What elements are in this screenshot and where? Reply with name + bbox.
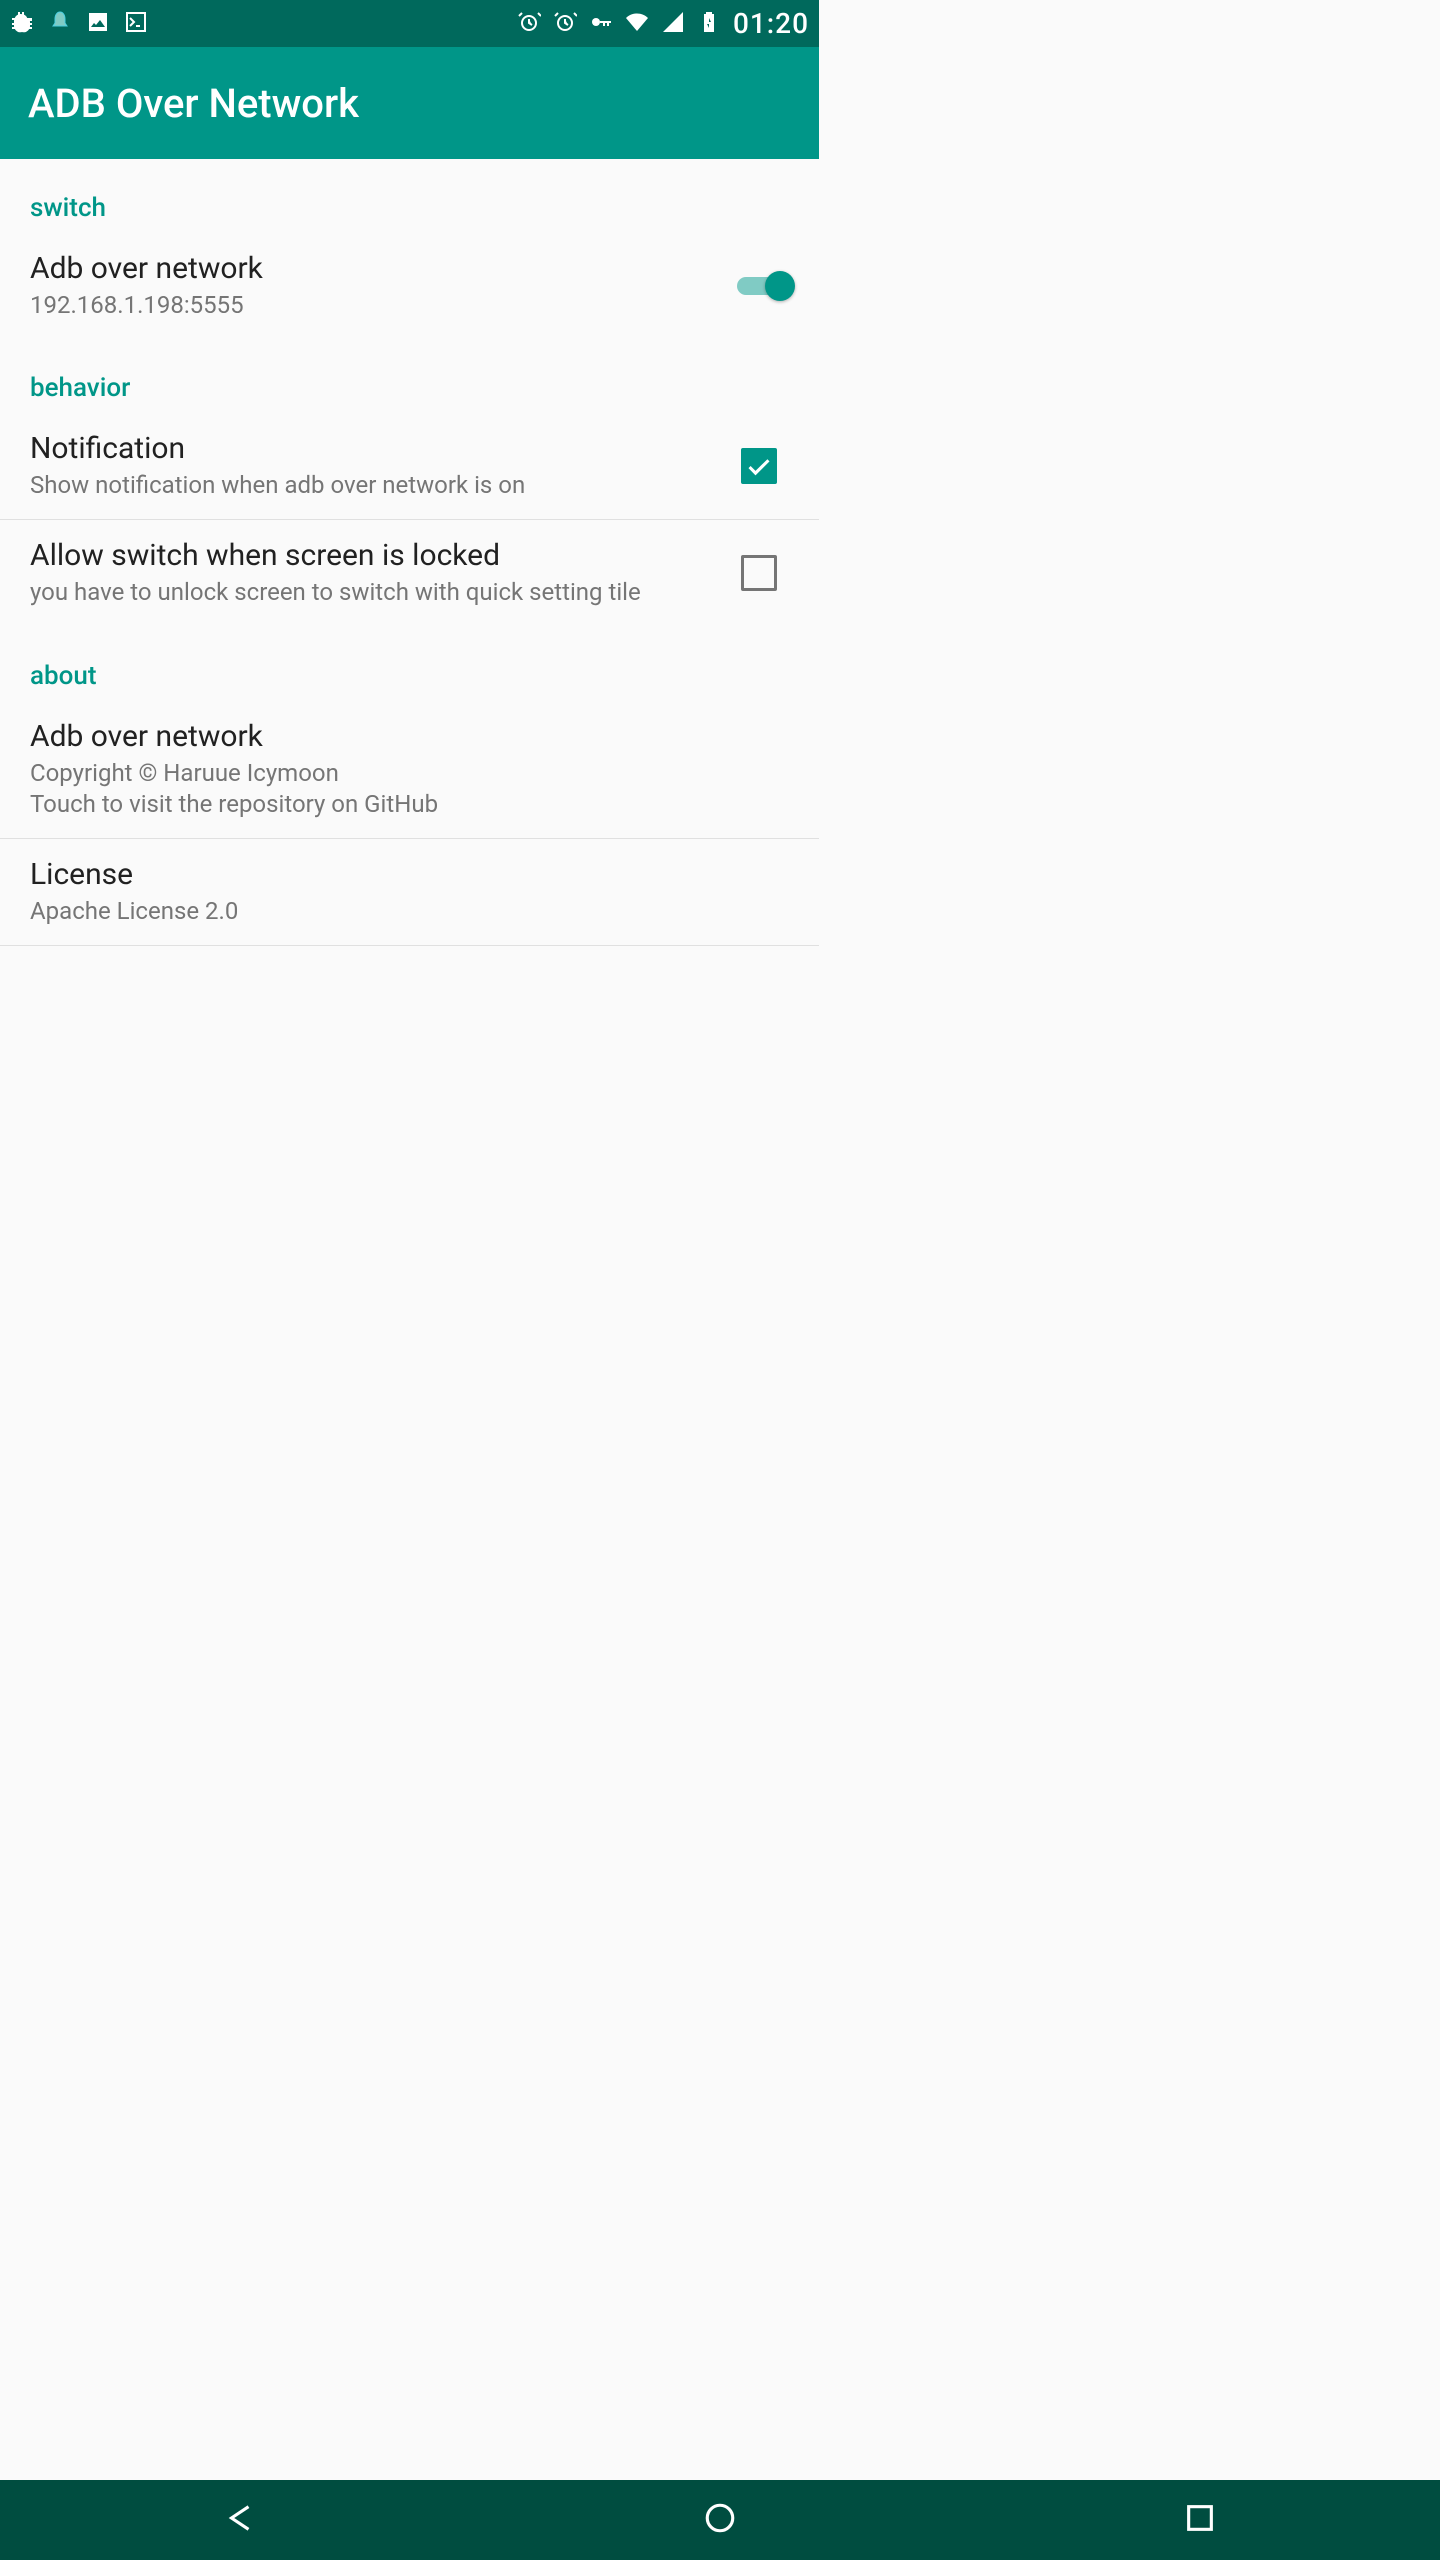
status-bar: 01:20 — [0, 0, 819, 47]
checkbox-checked-icon[interactable] — [741, 448, 777, 484]
pref-title: Notification — [30, 431, 721, 466]
app-bar: ADB Over Network — [0, 47, 819, 159]
terminal-icon — [124, 10, 148, 38]
pref-title: License — [30, 857, 769, 892]
pref-about-app[interactable]: Adb over network Copyright © Haruue Icym… — [0, 701, 819, 838]
pref-summary: you have to unlock screen to switch with… — [30, 577, 721, 608]
pref-title: Adb over network — [30, 719, 769, 754]
notification-app-icon — [48, 10, 72, 38]
pref-license[interactable]: License Apache License 2.0 — [0, 839, 819, 945]
section-header-about: about — [0, 627, 819, 701]
pref-allow-switch-locked[interactable]: Allow switch when screen is locked you h… — [0, 520, 819, 626]
page-title: ADB Over Network — [28, 80, 359, 127]
section-header-switch: switch — [0, 159, 819, 233]
wifi-icon — [625, 10, 649, 38]
pref-title: Allow switch when screen is locked — [30, 538, 721, 573]
divider — [0, 945, 819, 946]
battery-charging-icon — [697, 10, 721, 38]
pref-summary: 192.168.1.198:5555 — [30, 290, 717, 321]
alarm-icon-2 — [553, 10, 577, 38]
signal-icon — [661, 10, 685, 38]
pref-title: Adb over network — [30, 251, 717, 286]
recent-apps-button[interactable] — [1183, 2501, 1217, 2539]
checkbox-unchecked-icon[interactable] — [741, 555, 777, 591]
pref-adb-over-network-switch[interactable]: Adb over network 192.168.1.198:5555 — [0, 233, 819, 339]
navigation-bar — [0, 2480, 1440, 2560]
home-button[interactable] — [703, 2501, 737, 2539]
switch-toggle[interactable] — [737, 271, 789, 301]
settings-list: switch Adb over network 192.168.1.198:55… — [0, 159, 819, 946]
pref-summary: Show notification when adb over network … — [30, 470, 721, 501]
pref-summary: Copyright © Haruue Icymoon Touch to visi… — [30, 758, 769, 820]
alarm-icon — [517, 10, 541, 38]
pref-notification[interactable]: Notification Show notification when adb … — [0, 413, 819, 519]
vpn-key-icon — [589, 10, 613, 38]
pref-summary: Apache License 2.0 — [30, 896, 769, 927]
back-button[interactable] — [223, 2501, 257, 2539]
image-icon — [86, 10, 110, 38]
debug-icon — [10, 10, 34, 38]
section-header-behavior: behavior — [0, 339, 819, 413]
status-clock: 01:20 — [733, 7, 809, 40]
